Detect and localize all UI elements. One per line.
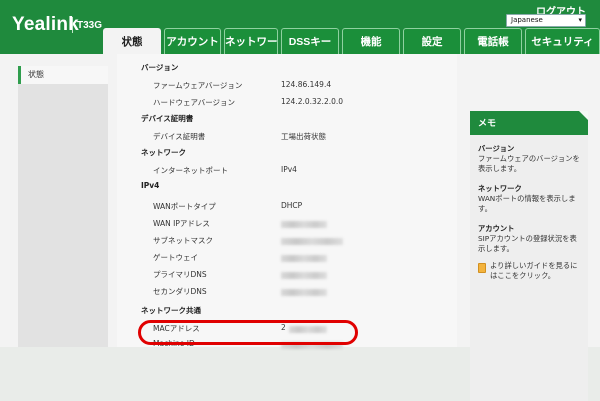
mac-address-highlight: [138, 320, 358, 345]
memo-section-version: バージョン ファームウェアのバージョンを表示します。: [478, 144, 580, 173]
section-title-network: ネットワーク: [141, 148, 186, 157]
redacted-value: [281, 221, 327, 228]
row-firmware-version: ファームウェアバージョン 124.86.149.4: [153, 80, 332, 90]
memo-section-account: アカウント SIPアカウントの登録状況を表示します。: [478, 224, 577, 253]
brand-logo: Yealink: [12, 14, 79, 35]
sidebar-item-status[interactable]: 状態: [18, 66, 108, 84]
content-area: 状態 バージョン ファームウェアバージョン 124.86.149.4 ハードウェ…: [0, 54, 600, 401]
language-selected: Japanese: [511, 16, 543, 24]
row-internet-port: インターネットポート IPv4: [153, 165, 297, 175]
tab-features[interactable]: 機能: [342, 28, 400, 54]
status-main-panel: バージョン ファームウェアバージョン 124.86.149.4 ハードウェアバー…: [117, 54, 457, 349]
row-gateway: ゲートウェイ: [117, 250, 457, 266]
top-header: Yealink T33G ログアウト Japanese ▾ 状態 アカウント ネ…: [0, 0, 600, 54]
memo-fold-corner: [579, 111, 588, 120]
tab-status[interactable]: 状態: [103, 28, 161, 54]
device-model: T33G: [77, 20, 103, 31]
row-wan-ip-address: WAN IPアドレス: [117, 216, 457, 232]
yealink-web-ui: Yealink T33G ログアウト Japanese ▾ 状態 アカウント ネ…: [0, 0, 600, 401]
tab-network[interactable]: ネットワーク: [224, 28, 278, 54]
row-secondary-dns: セカンダリDNS: [117, 284, 457, 300]
tab-directory[interactable]: 電話帳: [464, 28, 522, 54]
language-select[interactable]: Japanese ▾: [506, 14, 586, 27]
chevron-down-icon: ▾: [578, 16, 582, 24]
row-primary-dns: プライマリDNS: [117, 267, 457, 283]
sidebar-item-label: 状態: [28, 70, 44, 79]
memo-section-network: ネットワーク WANポートの情報を表示します。: [478, 184, 576, 213]
memo-title: メモ: [470, 111, 588, 135]
section-title-ipv4: IPv4: [141, 181, 160, 190]
section-title-network-common: ネットワーク共通: [141, 306, 201, 315]
redacted-value: [281, 238, 343, 245]
memo-body: バージョン ファームウェアのバージョンを表示します。 ネットワーク WANポート…: [478, 144, 582, 264]
row-wan-port-type: WANポートタイプ DHCP: [153, 201, 303, 211]
redacted-value: [281, 289, 327, 296]
row-subnet-mask: サブネットマスク: [117, 233, 457, 249]
redacted-value: [281, 255, 327, 262]
section-title-version: バージョン: [141, 63, 179, 72]
tab-security[interactable]: セキュリティ: [525, 28, 600, 54]
memo-panel: メモ バージョン ファームウェアのバージョンを表示します。 ネットワーク WAN…: [470, 111, 588, 401]
main-tabs: 状態 アカウント ネットワーク DSSキー 機能 設定 電話帳 セキュリティ: [100, 28, 600, 54]
book-icon: [478, 263, 486, 273]
redacted-value: [281, 272, 327, 279]
tab-account[interactable]: アカウント: [164, 28, 221, 54]
tab-settings[interactable]: 設定: [403, 28, 461, 54]
brand-separator: [72, 17, 73, 33]
row-hardware-version: ハードウェアバージョン 124.2.0.32.2.0.0: [153, 97, 344, 107]
section-title-device-certificate: デバイス証明書: [141, 114, 194, 123]
row-device-certificate: デバイス証明書 工場出荷状態: [153, 132, 326, 141]
tab-dsskey[interactable]: DSSキー: [281, 28, 339, 54]
left-sidebar: 状態: [18, 66, 108, 347]
